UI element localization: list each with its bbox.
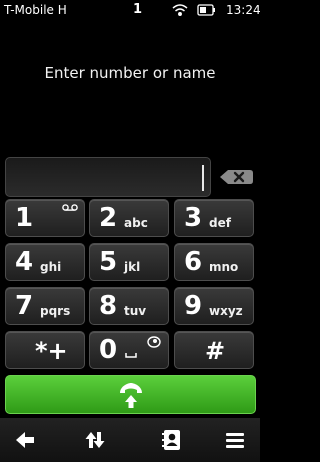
battery-icon	[197, 4, 215, 16]
status-icons	[172, 3, 222, 17]
key-4[interactable]: 4 ghi	[5, 243, 85, 281]
voicemail-icon	[62, 204, 78, 211]
key-letters: abc	[124, 216, 148, 230]
backspace-button[interactable]	[216, 162, 256, 192]
clock: 13:24	[226, 3, 261, 17]
notification-count: 1	[133, 2, 143, 17]
key-digit: 2	[99, 203, 118, 233]
key-letters: tuv	[124, 304, 147, 318]
contacts-icon	[162, 430, 180, 450]
key-digit: 0	[99, 335, 118, 365]
number-input[interactable]	[5, 157, 211, 197]
key-7[interactable]: 7 pqrs	[5, 287, 85, 325]
key-8[interactable]: 8 tuv	[89, 287, 169, 325]
key-digit: 5	[99, 247, 118, 277]
key-letters: mno	[209, 260, 239, 274]
key-letters: pqrs	[40, 304, 71, 318]
menu-button[interactable]	[210, 418, 260, 462]
text-cursor	[202, 165, 204, 191]
operator-name: T-Mobile H	[4, 3, 67, 17]
key-5[interactable]: 5 jkl	[89, 243, 169, 281]
key-9[interactable]: 9 wxyz	[174, 287, 254, 325]
back-button[interactable]	[0, 418, 50, 462]
key-letters: def	[209, 216, 231, 230]
key-6[interactable]: 6 mno	[174, 243, 254, 281]
menu-icon	[226, 433, 244, 448]
key-3[interactable]: 3 def	[174, 199, 254, 237]
call-button[interactable]	[5, 375, 256, 414]
key-digit: 7	[15, 291, 34, 321]
key-letters: ghi	[40, 260, 62, 274]
key-star[interactable]: *+	[5, 331, 85, 369]
key-letters: jkl	[124, 260, 141, 274]
back-arrow-icon	[16, 432, 34, 448]
backspace-icon	[220, 170, 253, 184]
key-digit: 6	[184, 247, 203, 277]
key-digit: 3	[184, 203, 203, 233]
key-digit: 1	[15, 203, 34, 233]
internet-call-icon	[147, 336, 161, 348]
contacts-button[interactable]	[147, 418, 197, 462]
call-log-icon	[85, 432, 105, 448]
status-bar: T-Mobile H 1 13:24	[0, 0, 261, 20]
space-icon	[125, 353, 137, 358]
key-0[interactable]: 0	[89, 331, 169, 369]
key-hash[interactable]: #	[174, 331, 254, 369]
bottom-toolbar	[0, 418, 260, 462]
call-icon	[120, 383, 142, 408]
key-2[interactable]: 2 abc	[89, 199, 169, 237]
key-digit: 8	[99, 291, 118, 321]
wifi-battery-icons	[172, 4, 215, 16]
key-digit: *+	[35, 337, 68, 365]
key-letters: wxyz	[209, 304, 243, 318]
dialer-prompt: Enter number or name	[44, 64, 216, 82]
wifi-icon	[172, 4, 188, 16]
call-log-button[interactable]	[70, 418, 120, 462]
key-1[interactable]: 1	[5, 199, 85, 237]
key-digit: 4	[15, 247, 34, 277]
key-digit: #	[204, 337, 226, 365]
key-digit: 9	[184, 291, 203, 321]
